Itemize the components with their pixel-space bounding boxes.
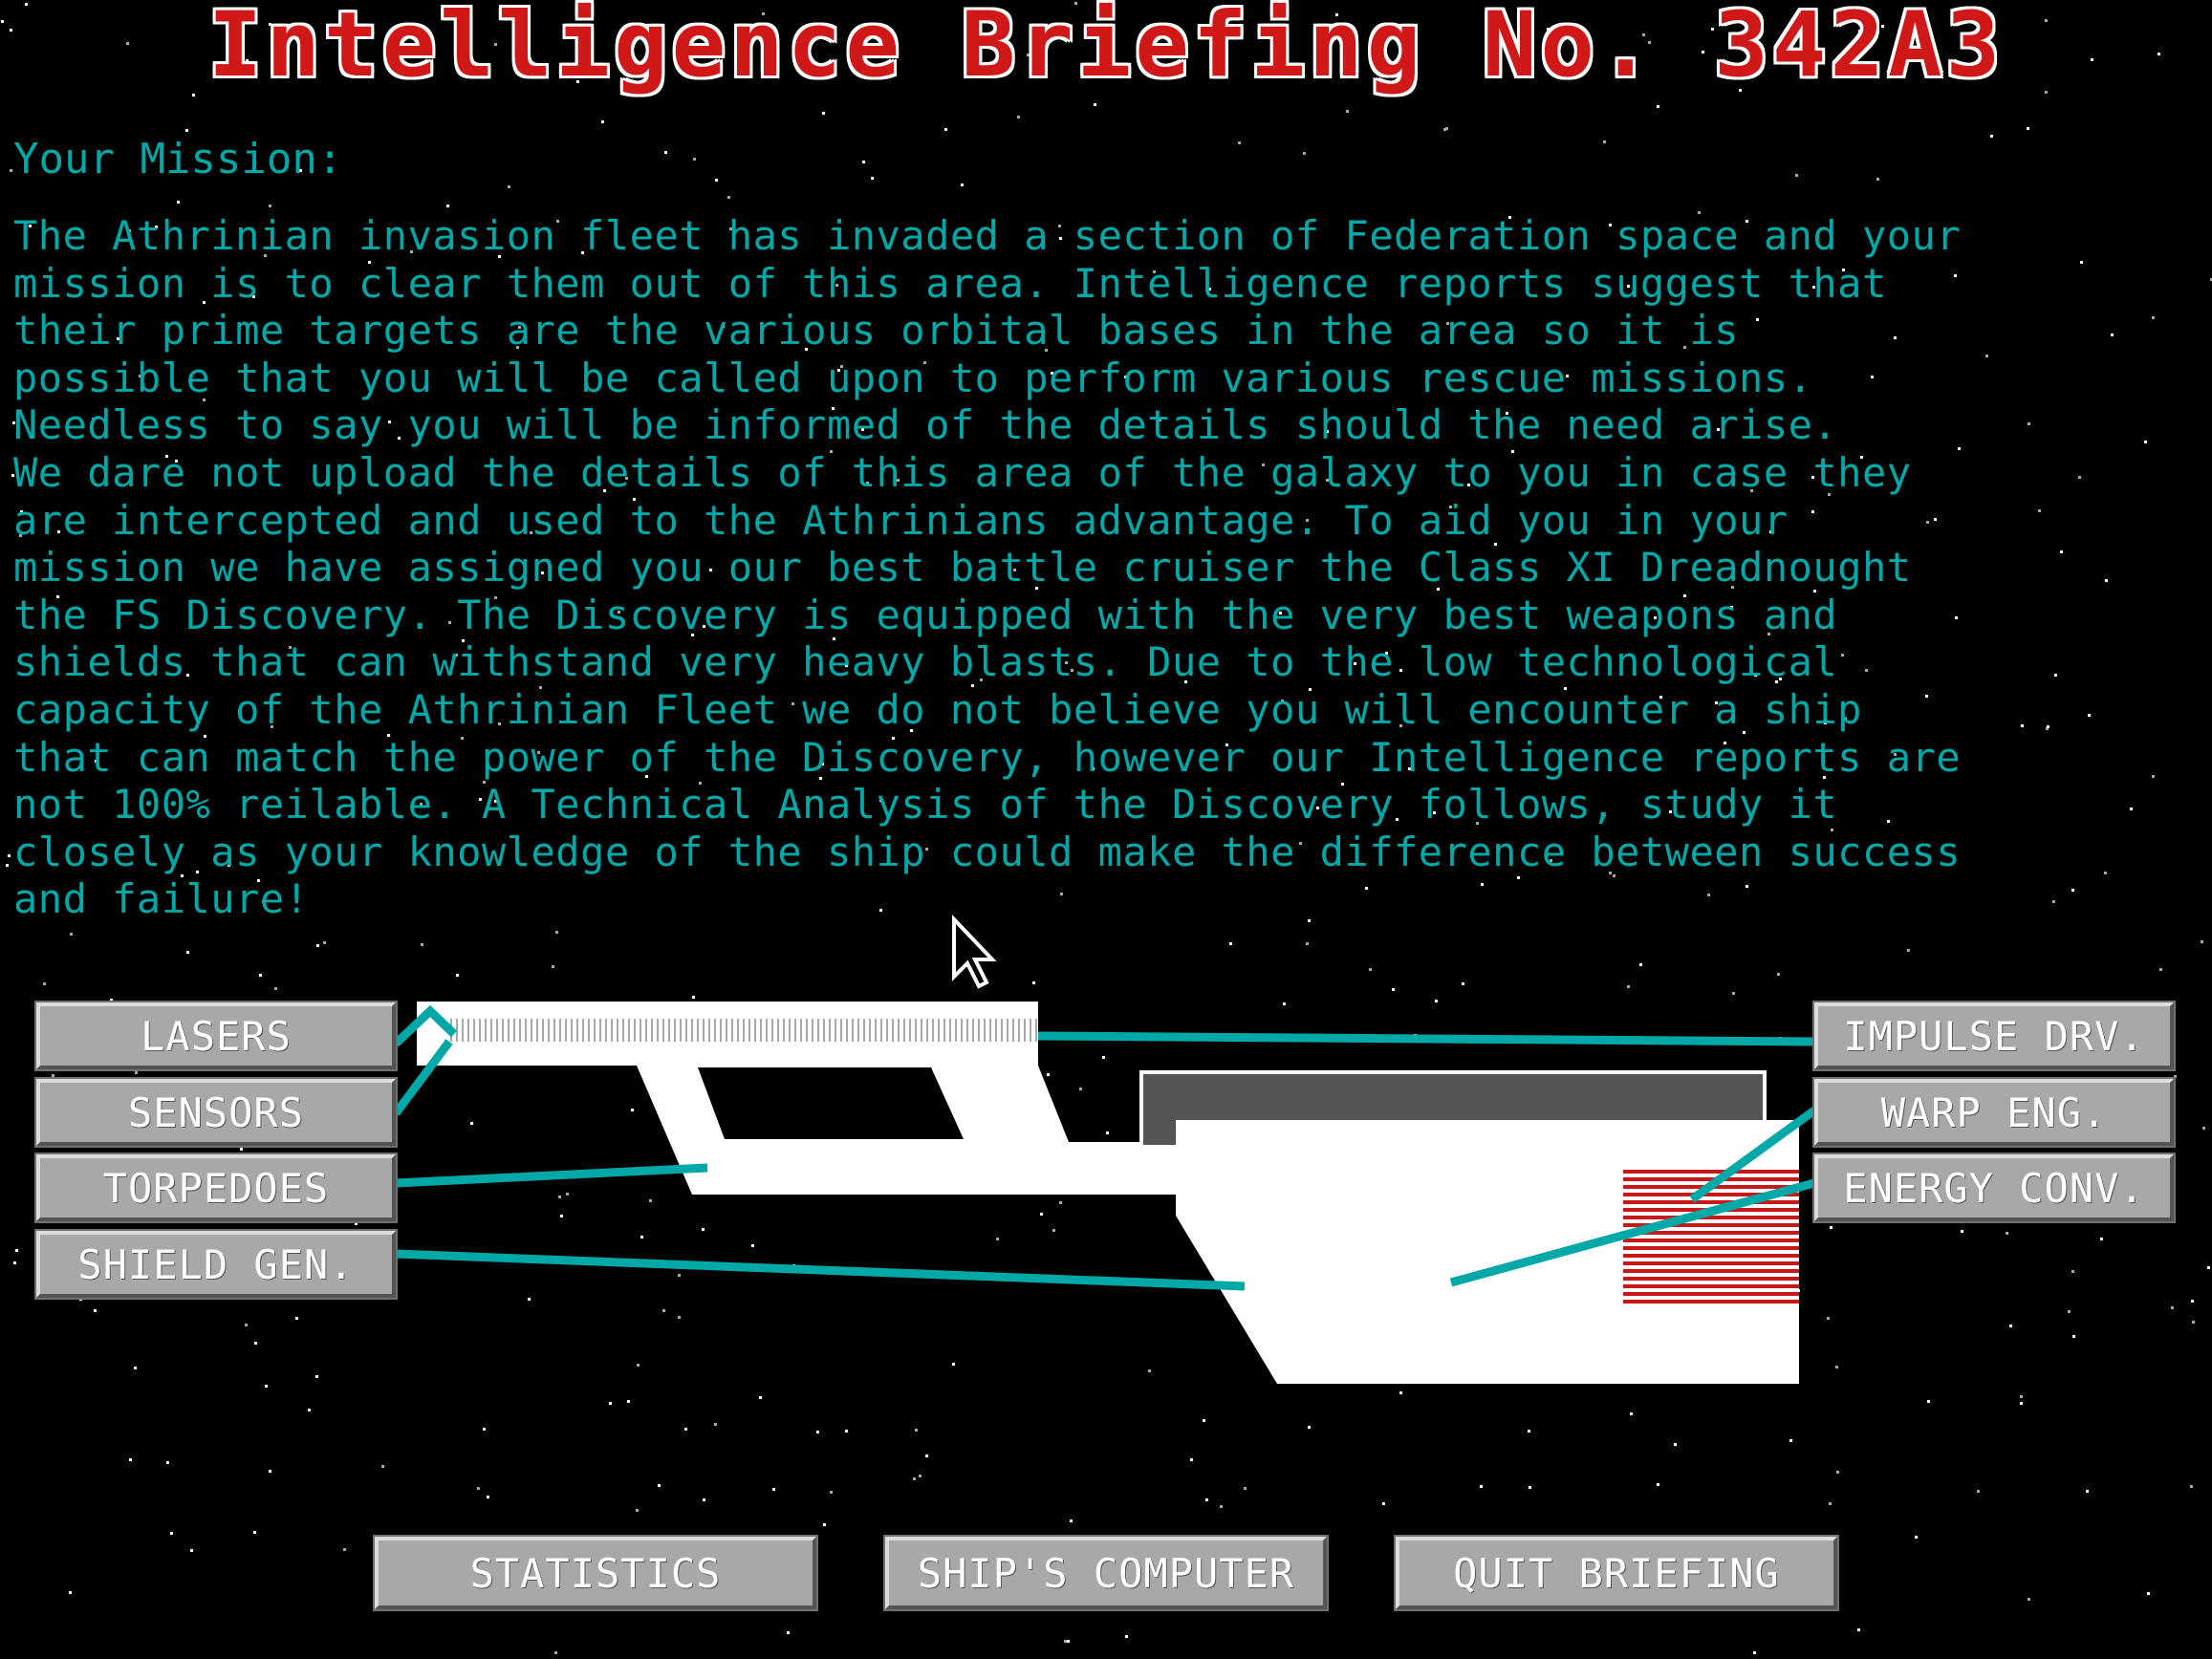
laser-array — [447, 1019, 1038, 1042]
energy-conv-button[interactable]: ENERGY CONV. — [1812, 1153, 2176, 1223]
impulse-drv-pointer-line — [1037, 1031, 1815, 1046]
warp-eng-button[interactable]: WARP ENG. — [1812, 1077, 2176, 1148]
sensors-button[interactable]: SENSORS — [34, 1077, 398, 1148]
shield-gen-button[interactable]: SHIELD GEN. — [34, 1229, 398, 1300]
impulse-drv-button[interactable]: IMPULSE DRV. — [1812, 1001, 2176, 1071]
torpedoes-button[interactable]: TORPEDOES — [34, 1153, 398, 1223]
ship-hull-cutout — [698, 1067, 964, 1139]
statistics-button[interactable]: STATISTICS — [373, 1535, 818, 1611]
quit-briefing-button[interactable]: QUIT BRIEFING — [1394, 1535, 1839, 1611]
torpedoes-pointer-line — [395, 1163, 708, 1188]
ship-schematic — [392, 915, 1817, 1384]
ships-computer-button[interactable]: SHIP'S COMPUTER — [883, 1535, 1329, 1611]
lasers-button[interactable]: LASERS — [34, 1001, 398, 1071]
mouse-cursor-icon — [952, 915, 997, 989]
shield-gen-pointer-line — [395, 1249, 1246, 1291]
